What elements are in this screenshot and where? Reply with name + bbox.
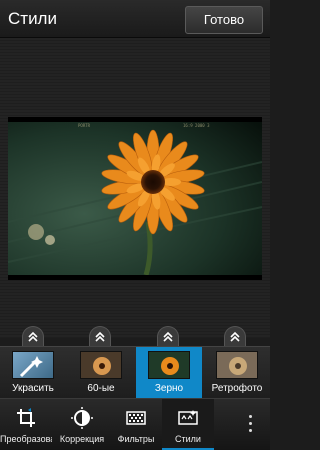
tool-transform[interactable]: Преобразова: [0, 399, 52, 450]
styles-icon: [178, 410, 198, 425]
style-thumbnail: [148, 351, 190, 379]
tool-label: Стили: [175, 434, 201, 444]
tool-styles[interactable]: Стили: [162, 399, 214, 450]
expand-style-3-button[interactable]: [157, 326, 179, 346]
double-chevron-up-icon: [230, 331, 240, 342]
flower-thumbnail-icon: [217, 352, 257, 378]
flower-thumbnail-icon: [81, 352, 121, 378]
tool-filters[interactable]: Фильтры: [110, 399, 162, 450]
editor-canvas: PORTR 16:9 2000 3: [0, 38, 270, 338]
double-chevron-up-icon: [95, 331, 105, 342]
expand-style-1-button[interactable]: [22, 326, 44, 346]
style-thumbnail: [216, 351, 258, 379]
style-item-grain[interactable]: Зерно: [136, 347, 202, 399]
flower-thumbnail-icon: [149, 352, 189, 378]
style-label: Ретрофото: [211, 383, 263, 394]
adjust-icon: [71, 407, 93, 429]
overflow-dot: [249, 422, 252, 425]
expand-style-4-button[interactable]: [224, 326, 246, 346]
style-label: Зерно: [154, 383, 184, 394]
styles-strip: Украсить 60-ые Зерно Ретрофото: [0, 346, 270, 399]
tool-label: Фильтры: [117, 434, 155, 444]
overflow-menu-button[interactable]: [232, 398, 270, 450]
tool-label: Коррекция: [59, 434, 105, 444]
filter-grid-icon: [126, 411, 146, 425]
style-item-60s[interactable]: 60-ые: [68, 347, 134, 399]
style-thumbnail: [80, 351, 122, 379]
crop-rotate-icon: [17, 408, 35, 427]
double-chevron-up-icon: [28, 331, 38, 342]
overflow-dot: [249, 415, 252, 418]
flower-photo: [8, 122, 262, 275]
style-thumbnail: [12, 351, 54, 379]
style-item-beautify[interactable]: Украсить: [0, 347, 66, 399]
page-title: Стили: [8, 9, 57, 28]
bottom-toolbar: Преобразова Коррекция Фильтры Стили: [0, 398, 270, 450]
style-label: 60-ые: [87, 383, 115, 394]
expand-style-2-button[interactable]: [89, 326, 111, 346]
double-chevron-up-icon: [163, 331, 173, 342]
tool-label: Преобразова: [0, 434, 52, 444]
overflow-dot: [249, 429, 252, 432]
app-header: Стили Готово: [0, 0, 270, 38]
style-item-retrophoto[interactable]: Ретрофото: [204, 347, 270, 399]
film-edge-text-left: PORTR: [78, 123, 91, 128]
photo-preview[interactable]: PORTR 16:9 2000 3: [8, 117, 262, 280]
magic-wand-icon: [19, 356, 43, 378]
tool-adjust[interactable]: Коррекция: [56, 399, 108, 450]
done-button[interactable]: Готово: [185, 6, 263, 34]
film-edge-text-right: 16:9 2000 3: [183, 123, 210, 128]
style-label: Украсить: [12, 383, 54, 394]
style-expand-row: [0, 324, 270, 346]
